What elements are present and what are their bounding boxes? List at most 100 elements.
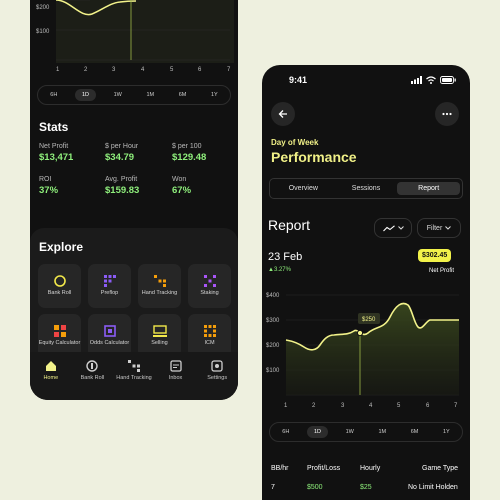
chevron-down-icon xyxy=(397,226,404,230)
table-cell: $500 xyxy=(307,484,323,491)
report-title: Report xyxy=(268,217,311,233)
explore-title: Explore xyxy=(39,240,84,254)
left-x-tick: 3 xyxy=(112,67,116,73)
staking-icon xyxy=(203,275,216,288)
range-1y[interactable]: 1Y xyxy=(436,426,457,438)
tile-bank-roll[interactable]: Bank Roll xyxy=(38,264,81,308)
tile-preflop[interactable]: Preflop xyxy=(88,264,131,308)
report-x-tick: 3 xyxy=(341,403,345,409)
range-1w[interactable]: 1W xyxy=(107,89,129,101)
stat-value: 37% xyxy=(39,185,59,196)
tab-overview[interactable]: Overview xyxy=(272,182,335,195)
inbox-icon xyxy=(169,360,182,372)
tile-label: ICM xyxy=(204,340,215,347)
icm-icon xyxy=(203,325,216,338)
report-x-tick: 4 xyxy=(369,403,373,409)
nav-label: Hand Tracking xyxy=(116,375,152,381)
odds-calculator-icon xyxy=(103,325,116,338)
range-1m[interactable]: 1M xyxy=(371,426,393,438)
tile-label: Staking xyxy=(200,290,219,297)
range-6h[interactable]: 6H xyxy=(43,89,64,101)
tab-sessions[interactable]: Sessions xyxy=(335,182,398,195)
range-1m[interactable]: 1M xyxy=(139,89,161,101)
stat-label: $ per Hour xyxy=(105,143,139,150)
stat-value: $129.48 xyxy=(172,152,207,163)
column-header: BB/hr xyxy=(271,465,289,472)
nav-inbox[interactable]: Inbox xyxy=(158,360,194,382)
report-range-selector: 6H 1D 1W 1M 6M 1Y xyxy=(269,422,463,442)
nav-label: Settings xyxy=(207,375,228,381)
report-x-tick: 1 xyxy=(284,403,288,409)
tile-staking[interactable]: Staking xyxy=(188,264,231,308)
bankroll-icon xyxy=(86,360,99,372)
range-1y[interactable]: 1Y xyxy=(204,89,225,101)
hand-tracking-icon xyxy=(153,275,166,288)
stat-label: $ per 100 xyxy=(172,143,202,150)
net-profit-value: $302.45 xyxy=(418,249,452,262)
tab-report[interactable]: Report xyxy=(397,182,461,195)
stat-per-100: $ per 100 $129.48 xyxy=(172,143,206,163)
signal-icon xyxy=(411,76,422,84)
left-range-selector: 6H 1D 1W 1M 6M 1Y xyxy=(37,85,231,105)
nav-bank-roll[interactable]: Bank Roll xyxy=(74,360,110,382)
page-title: Performance xyxy=(271,149,357,165)
left-y-tick: $200 xyxy=(36,5,50,11)
equity-calculator-icon xyxy=(53,325,66,338)
stat-label: Net Profit xyxy=(39,143,69,150)
stat-net-profit: Net Profit $13,471 xyxy=(39,143,73,163)
left-phone-screen: $200 $100 1 2 3 4 5 6 7 6H 1D 1W 1M 6M 1… xyxy=(30,0,238,400)
battery-icon xyxy=(440,76,456,84)
hand-tracking-icon xyxy=(127,360,140,372)
range-6m[interactable]: 6M xyxy=(404,426,426,438)
column-header: Profit/Loss xyxy=(307,465,341,472)
stat-won: Won 67% xyxy=(172,176,191,196)
range-1w[interactable]: 1W xyxy=(339,426,361,438)
page-subtitle: Day of Week xyxy=(271,138,319,147)
back-button[interactable] xyxy=(271,102,295,126)
report-date: 23 Feb xyxy=(268,251,303,263)
report-x-tick: 6 xyxy=(426,403,430,409)
report-y-tick: $300 xyxy=(266,318,280,324)
more-button[interactable] xyxy=(435,102,459,126)
stat-per-hour: $ per Hour $34.79 xyxy=(105,143,138,163)
stat-roi: ROI 37% xyxy=(39,176,58,196)
range-6m[interactable]: 6M xyxy=(172,89,194,101)
left-chart: $200 $100 1 2 3 4 5 6 7 xyxy=(36,0,234,73)
tile-hand-tracking[interactable]: Hand Tracking xyxy=(138,264,181,308)
range-1d[interactable]: 1D xyxy=(74,89,96,101)
nav-hand-tracking[interactable]: Hand Tracking xyxy=(116,360,152,382)
bankroll-icon xyxy=(53,275,66,288)
change-percent: ▲3.27% xyxy=(268,267,291,273)
stat-label: ROI xyxy=(39,176,52,183)
table-cell: 7 xyxy=(271,484,275,491)
stat-label: Won xyxy=(172,176,187,183)
nav-settings[interactable]: Settings xyxy=(199,360,235,382)
nav-label: Inbox xyxy=(168,375,183,381)
left-x-tick: 7 xyxy=(227,67,231,73)
filter-button[interactable]: Filter xyxy=(417,218,461,238)
stats-title: Stats xyxy=(39,120,69,134)
tooltip-value: $250 xyxy=(362,317,376,323)
report-y-tick: $400 xyxy=(266,293,280,299)
stat-value: $159.83 xyxy=(105,185,140,196)
left-x-tick: 5 xyxy=(170,67,174,73)
stat-value: 67% xyxy=(172,185,192,196)
stat-label: Avg. Profit xyxy=(105,176,138,183)
range-1d[interactable]: 1D xyxy=(306,426,328,438)
nav-label: Home xyxy=(43,375,59,381)
more-icon xyxy=(442,112,452,116)
report-x-tick: 5 xyxy=(397,403,401,409)
nav-home[interactable]: Home xyxy=(33,360,69,382)
range-6h[interactable]: 6H xyxy=(275,426,296,438)
left-x-tick: 1 xyxy=(56,67,60,73)
status-bar: 9:41 xyxy=(262,75,470,87)
chart-type-button[interactable] xyxy=(374,218,412,238)
settings-icon xyxy=(211,360,223,372)
right-phone-screen: 9:41 Day of Week Performance Overview Se… xyxy=(262,65,470,500)
stat-value: $34.79 xyxy=(105,152,135,163)
filter-label: Filter xyxy=(426,224,443,232)
report-chart-point[interactable] xyxy=(356,329,364,337)
report-y-tick: $100 xyxy=(266,368,280,374)
left-y-tick: $100 xyxy=(36,29,50,35)
tile-label: Preflop xyxy=(100,290,119,297)
